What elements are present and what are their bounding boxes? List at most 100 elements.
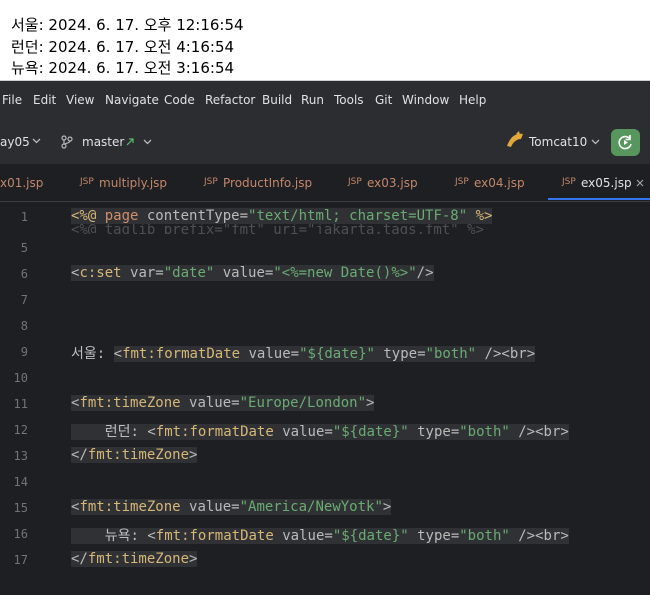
tab-ex05[interactable]: JSP ex05.jsp — [554, 165, 650, 201]
code-token: <br> — [535, 424, 569, 440]
tab-productinfo[interactable]: JSP ProductInfo.jsp — [196, 165, 326, 201]
browser-output-pane: 서울: 2024. 6. 17. 오후 12:16:54 런던: 2024. 6… — [0, 0, 650, 81]
tab-ex01[interactable]: x01.jsp — [0, 165, 60, 201]
code-token: "<%=new Date()%>" — [273, 265, 417, 281]
code-token: page — [104, 208, 139, 224]
menu-edit[interactable]: Edit — [33, 93, 56, 107]
code-token: fmt:timeZone — [87, 447, 190, 463]
push-arrow-icon — [126, 138, 134, 146]
jsp-file-icon: JSP — [80, 177, 94, 187]
menu-tools[interactable]: Tools — [334, 93, 364, 107]
code-line-6: <c:set var="date" value="<%=new Date()%>… — [71, 265, 434, 281]
code-token: value= — [273, 528, 333, 544]
code-token: fmt:timeZone — [79, 499, 181, 515]
jsp-file-icon: JSP — [562, 177, 576, 187]
code-token: "${date}" — [332, 424, 409, 440]
menu-build[interactable]: Build — [262, 93, 292, 107]
code-line-13: </fmt:timeZone> — [71, 447, 198, 463]
code-token: "date" — [163, 265, 215, 281]
code-token: > — [189, 551, 198, 567]
main-toolbar: ay05 master Tomcat10 — [0, 121, 650, 165]
output-line-seoul: 서울: 2024. 6. 17. 오후 12:16:54 — [11, 16, 244, 34]
project-selector[interactable]: ay05 — [0, 121, 48, 164]
tab-label: x01.jsp — [0, 176, 44, 190]
code-token: /> — [509, 424, 536, 440]
line-number: 7 — [20, 293, 28, 307]
code-editor[interactable]: 1 5 6 7 8 9 10 11 12 13 14 15 16 17 <%@ … — [0, 202, 650, 595]
code-token: /> — [509, 528, 536, 544]
code-token: var= — [121, 265, 164, 281]
code-token: "both" — [459, 424, 510, 440]
run-config-name: Tomcat10 — [529, 135, 588, 149]
code-token: value= — [240, 346, 300, 362]
menu-run[interactable]: Run — [301, 93, 324, 107]
code-token: fmt:timeZone — [87, 551, 190, 567]
line-number: 1 — [20, 210, 28, 224]
ide-window: File Edit View Navigate Code Refactor Bu… — [0, 81, 650, 595]
menu-navigate[interactable]: Navigate — [105, 93, 159, 107]
branch-selector[interactable]: master — [58, 121, 158, 164]
menu-window[interactable]: Window — [402, 93, 449, 107]
line-number: 10 — [13, 371, 28, 385]
code-line-11: <fmt:timeZone value="Europe/London"> — [71, 395, 375, 411]
line-number: 8 — [20, 319, 28, 333]
code-token: 서울: — [71, 346, 114, 362]
close-icon[interactable] — [636, 179, 644, 187]
menu-refactor[interactable]: Refactor — [205, 93, 255, 107]
run-button[interactable] — [611, 129, 640, 156]
code-token: 뉴욕: — [71, 528, 148, 544]
code-token: > — [382, 499, 392, 515]
menu-file[interactable]: File — [2, 93, 22, 107]
code-line-15: <fmt:timeZone value="America/NewYotk"> — [71, 499, 392, 515]
code-token: 런던: — [71, 424, 148, 440]
code-token: value= — [273, 424, 333, 440]
menu-git[interactable]: Git — [375, 93, 392, 107]
tab-label: ex04.jsp — [474, 176, 525, 190]
menu-code[interactable]: Code — [164, 93, 195, 107]
jsp-file-icon: JSP — [455, 177, 469, 187]
line-number: 12 — [13, 423, 28, 437]
code-token: value= — [180, 395, 240, 411]
line-number: 11 — [13, 397, 28, 411]
line-number: 14 — [13, 475, 28, 489]
menu-help[interactable]: Help — [459, 93, 486, 107]
code-line-1: <%@ page contentType="text/html; charset… — [71, 208, 493, 224]
chevron-down-icon — [143, 139, 152, 145]
tab-ex04[interactable]: JSP ex04.jsp — [447, 165, 537, 201]
line-number: 15 — [13, 501, 28, 515]
line-number: 13 — [13, 449, 28, 463]
line-number: 16 — [13, 527, 28, 541]
code-token: </ — [71, 447, 88, 463]
code-token: /> — [416, 265, 434, 281]
run-config-selector[interactable]: Tomcat10 — [505, 121, 605, 164]
code-token: > — [366, 395, 375, 411]
code-token: value= — [214, 265, 274, 281]
chevron-down-icon — [32, 138, 41, 144]
code-token: "both" — [425, 346, 477, 362]
code-token: contentType= — [138, 208, 249, 224]
code-line-17: </fmt:timeZone> — [71, 551, 198, 567]
code-token: > — [189, 447, 198, 463]
line-number: 5 — [20, 241, 28, 255]
tab-multiply[interactable]: JSP multiply.jsp — [72, 165, 182, 201]
tomcat-icon — [507, 131, 523, 147]
code-token: <br> — [535, 528, 569, 544]
code-token: fmt:formatDate — [122, 346, 241, 362]
code-line-16: 뉴욕: <fmt:formatDate value="${date}" type… — [71, 525, 569, 545]
menu-bar: File Edit View Navigate Code Refactor Bu… — [0, 81, 650, 121]
menu-view[interactable]: View — [66, 93, 94, 107]
line-number: 17 — [13, 553, 28, 567]
branch-name: master — [82, 135, 125, 149]
code-token: type= — [408, 528, 460, 544]
code-token: %> — [467, 208, 493, 224]
code-token: < — [147, 424, 156, 440]
tab-ex03[interactable]: JSP ex03.jsp — [340, 165, 430, 201]
git-branch-icon — [61, 135, 73, 149]
jsp-file-icon: JSP — [204, 177, 218, 187]
line-number: 6 — [20, 267, 28, 281]
project-name: ay05 — [0, 135, 30, 149]
tab-label: ex03.jsp — [367, 176, 418, 190]
code-token: value= — [180, 499, 240, 515]
jsp-file-icon: JSP — [348, 177, 362, 187]
line-number: 9 — [20, 345, 28, 359]
